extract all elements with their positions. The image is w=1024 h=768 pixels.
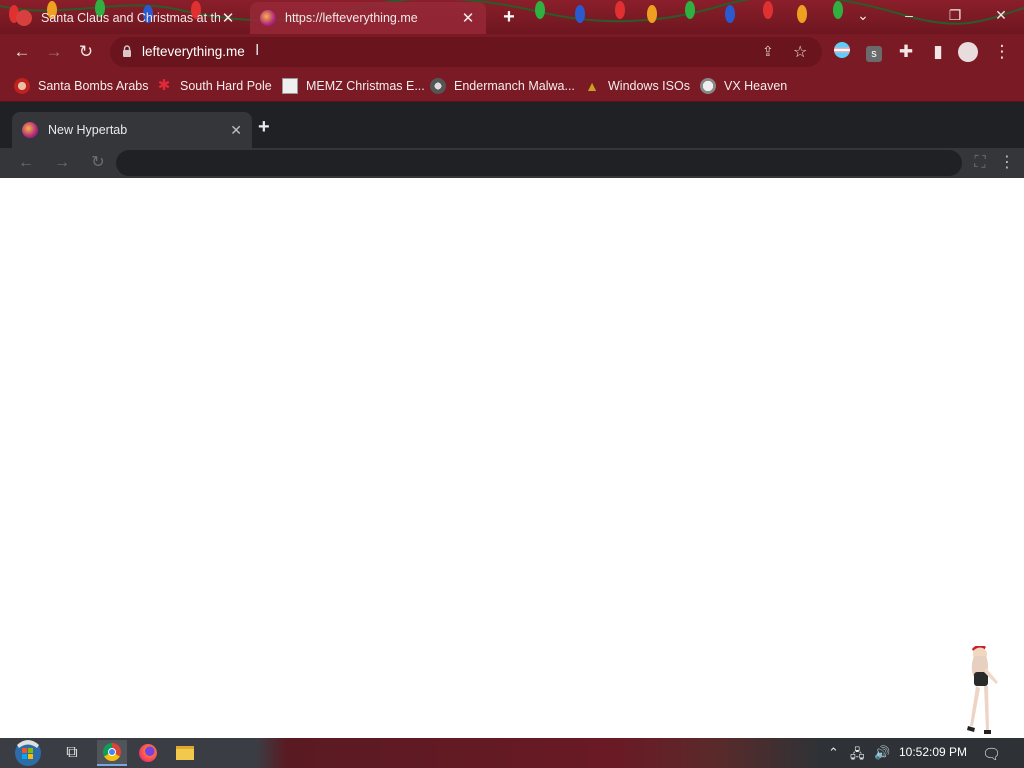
task-view-button[interactable]: ⧉ (57, 740, 87, 766)
browser-tab-strip: Santa Claus and Christmas at the ✕ https… (0, 0, 1024, 34)
hypertab-tab-title: New Hypertab (48, 123, 128, 137)
bookmark-memz-christmas[interactable]: MEMZ Christmas E... (282, 76, 425, 96)
close-tab-icon[interactable]: ✕ (220, 9, 236, 27)
bookmark-endermanch-malware[interactable]: Endermanch Malwa... (430, 76, 575, 96)
windows-logo-icon (15, 740, 41, 766)
folder-icon (176, 746, 194, 760)
fullscreen-icon[interactable]: ⛶ (970, 153, 990, 173)
hypertab-address-bar[interactable] (116, 150, 962, 176)
taskbar-chrome[interactable] (97, 740, 127, 766)
task-view-icon: ⧉ (66, 744, 78, 761)
firefox-icon (139, 744, 157, 762)
bookmark-label: Windows ISOs (608, 79, 690, 93)
extension-s-icon[interactable]: s (864, 42, 884, 62)
bookmark-label: Endermanch Malwa... (454, 79, 575, 93)
hypertab-toolbar: ← → ↻ ⛶ ⋮ (0, 148, 1024, 178)
bookmark-windows-isos[interactable]: ▲ Windows ISOs (584, 76, 690, 96)
raccoon-icon (430, 78, 446, 94)
taskbar-clock[interactable]: 10:52:09 PM (899, 745, 967, 759)
bookmark-star-icon[interactable]: ☆ (793, 42, 807, 62)
profile-avatar-icon[interactable] (958, 42, 978, 62)
back-arrow-icon[interactable]: ← (12, 42, 32, 62)
hypertab-reload-icon[interactable]: ↻ (88, 153, 108, 173)
url-text[interactable]: lefteverything.me (142, 44, 245, 59)
close-window-button[interactable]: ✕ (978, 4, 1024, 26)
close-tab-icon[interactable]: ✕ (460, 9, 476, 27)
tab-search-chevron-icon[interactable]: ⌄ (840, 4, 886, 26)
restore-button[interactable]: ❐ (932, 4, 978, 26)
bookmark-label: VX Heaven (724, 79, 788, 93)
bookmark-vx-heaven[interactable]: VX Heaven (700, 76, 787, 96)
page-content (0, 178, 1024, 738)
bookmark-label: Santa Bombs Arabs (38, 79, 149, 93)
menu-kebab-icon[interactable]: ⋮ (992, 42, 1012, 62)
bookmark-label: South Hard Pole (180, 79, 272, 93)
tab-lefteverything[interactable]: https://lefteverything.me ✕ (250, 2, 486, 34)
show-hidden-icons-icon[interactable]: ⌃ (828, 745, 839, 761)
text-cursor-icon: I (255, 42, 260, 59)
hypertab-frame: New Hypertab ✕ + ← → ↻ ⛶ ⋮ (0, 102, 1024, 178)
hypertab-tab[interactable]: New Hypertab ✕ (12, 112, 252, 148)
hypertab-favicon-icon (22, 122, 38, 138)
tab-santa-claus[interactable]: Santa Claus and Christmas at the ✕ (6, 2, 246, 34)
minimize-button[interactable]: – (886, 4, 932, 26)
santa-icon (14, 78, 30, 94)
network-icon[interactable]: 🖧 (850, 745, 865, 767)
bookmark-santa-bombs-arabs[interactable]: Santa Bombs Arabs (14, 76, 148, 96)
browser-toolbar: ← → ↻ lefteverything.me I ⇪ ☆ s ✚ ▮ ⋮ (0, 34, 1024, 70)
share-icon[interactable]: ⇪ (762, 43, 774, 60)
forward-arrow-icon[interactable]: → (44, 42, 64, 62)
new-tab-button[interactable]: + (500, 6, 518, 28)
tab-favicon-icon (260, 10, 276, 26)
address-bar[interactable]: lefteverything.me I ⇪ ☆ (110, 37, 822, 67)
taskbar-file-explorer[interactable] (170, 740, 200, 766)
skull-icon (700, 78, 716, 94)
new-hypertab-button[interactable]: + (258, 116, 270, 139)
dancing-figure-image (967, 646, 998, 734)
extensions-puzzle-icon[interactable]: ✚ (896, 42, 916, 62)
volume-icon[interactable]: 🔊 (874, 745, 890, 761)
hypertab-back-icon[interactable]: ← (16, 153, 36, 173)
tab-title: Santa Claus and Christmas at the (41, 11, 220, 25)
lock-icon (123, 45, 131, 57)
start-button[interactable] (10, 740, 46, 766)
windows-taskbar: ⧉ ⌃ 🖧 🔊 10:52:09 PM 🗨 (0, 738, 1024, 768)
bookmark-label: MEMZ Christmas E... (306, 79, 425, 93)
taskbar-firefox[interactable] (133, 740, 163, 766)
flag-extension-icon[interactable] (832, 42, 852, 62)
notifications-icon[interactable]: 🗨 (982, 745, 1001, 763)
tree-icon: ▲ (585, 78, 599, 94)
hypertab-forward-icon[interactable]: → (52, 153, 72, 173)
bookmark-south-hard-pole[interactable]: ✱ South Hard Pole (156, 76, 272, 96)
tab-title: https://lefteverything.me (285, 11, 418, 25)
snowflake-icon: ✱ (157, 77, 171, 94)
close-hypertab-icon[interactable]: ✕ (230, 122, 242, 139)
bookmarks-bar: Santa Bombs Arabs ✱ South Hard Pole MEMZ… (0, 70, 1024, 102)
chrome-icon (103, 743, 121, 761)
side-panel-icon[interactable]: ▮ (928, 42, 948, 62)
window-icon (282, 78, 298, 94)
reload-icon[interactable]: ↻ (76, 42, 96, 62)
tab-favicon-icon (16, 10, 32, 26)
hypertab-menu-icon[interactable]: ⋮ (997, 153, 1017, 173)
